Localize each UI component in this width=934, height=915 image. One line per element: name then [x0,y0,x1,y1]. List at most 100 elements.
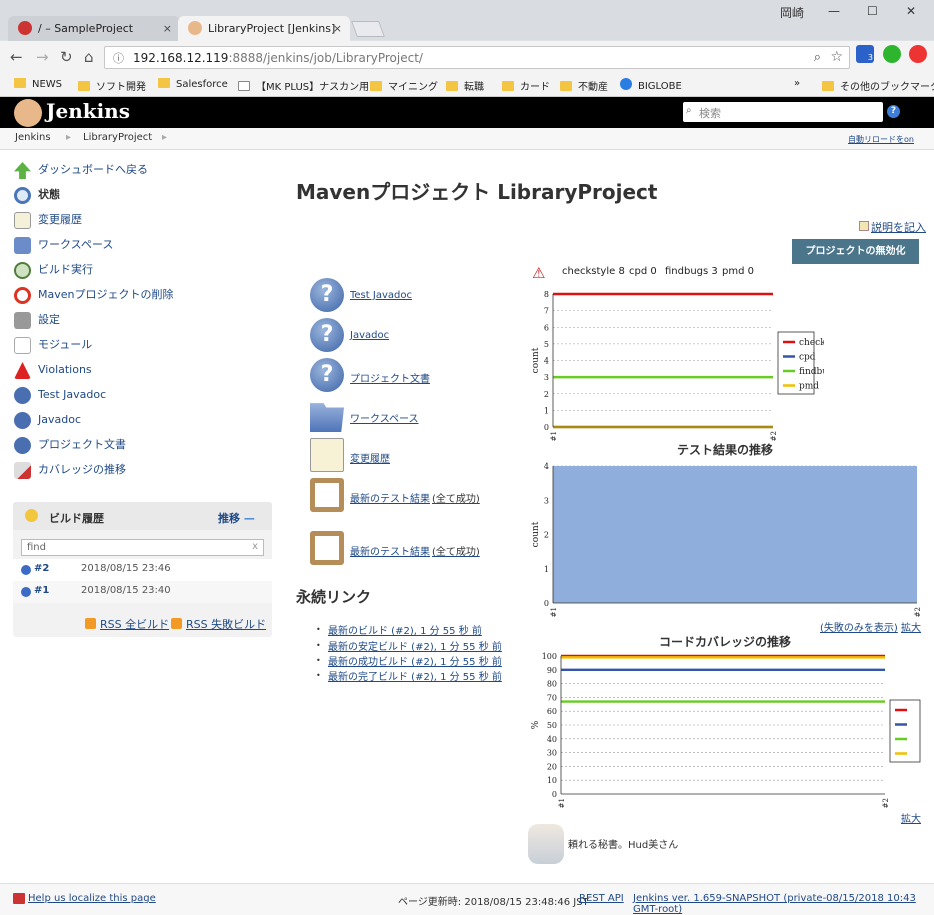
y-tick-label: 7 [544,307,549,316]
help-icon[interactable]: ? [887,105,900,118]
bookmarks-more[interactable]: » [794,78,800,89]
sidebar-item-javadoc[interactable]: Javadoc [14,410,274,435]
tab-sampleproject[interactable]: / – SampleProject × [8,16,180,41]
window-close-icon[interactable]: ✕ [906,4,916,18]
build-history-panel: ビルド履歴 推移 — find x #2 2018/08/15 23:46 #1… [13,502,272,637]
bookmark-card[interactable]: カード [502,78,550,93]
y-tick-label: 2 [544,390,549,399]
build-number-link[interactable]: #1 [34,585,49,596]
build-number-link[interactable]: #2 [34,563,49,574]
violation-pmd[interactable]: pmd 0 [722,266,754,277]
auto-refresh-link[interactable]: 自動リロードをon [848,134,914,145]
tab-close-icon[interactable]: × [333,16,342,41]
bullet: • [316,671,321,680]
sidebar-item-status[interactable]: 状態 [14,185,274,210]
violations-chart[interactable]: 0 1 2 3 4 5 6 7 8 #1 #2 count checkstyle cpd findbugs p… [528,284,824,442]
home-icon[interactable]: ⌂ [84,48,94,66]
bookmark-mining[interactable]: マイニング [370,78,438,93]
secretary-text: 頼れる秘書。Hud美さん [568,840,679,851]
reload-icon[interactable]: ↻ [60,48,73,66]
localize-link[interactable]: Help us localize this page [28,893,156,904]
bookmark-soft[interactable]: ソフト開発 [78,78,146,93]
failed-only-link[interactable]: (失敗のみを表示) [820,619,898,634]
sidebar-item-changes[interactable]: 変更履歴 [14,210,274,235]
search-input[interactable]: 検索 [699,105,721,121]
disable-project-button[interactable]: プロジェクトの無効化 [792,239,919,264]
translate-extension-icon[interactable]: 3 [856,45,874,63]
line-extension-icon[interactable] [883,45,901,63]
x-tick-label: #2 [914,607,922,617]
breadcrumb-jenkins[interactable]: Jenkins [15,132,51,143]
sidebar-item-coverage[interactable]: カバレッジの推移 [14,460,274,485]
sidebar-item-build[interactable]: ビルド実行 [14,260,274,285]
zoom-icon[interactable]: ⌕ [814,50,821,65]
search-icon: ⌕ [686,105,692,116]
bookmark-tenshoku[interactable]: 転職 [446,78,484,93]
trend-link[interactable]: 推移 — [218,510,255,526]
coverage-icon [14,462,31,479]
bookmark-biglobe[interactable]: BIGLOBE [620,78,682,92]
permalink-last-complete[interactable]: 最新の完了ビルド (#2), 1 分 55 秒 前 [328,668,502,683]
sidebar-item-test-javadoc[interactable]: Test Javadoc [14,385,274,410]
tab-libraryproject[interactable]: LibraryProject [Jenkins] × [178,16,350,41]
extension-red-icon[interactable] [909,45,927,63]
sidebar-item-project-docs[interactable]: プロジェクト文書 [14,435,274,460]
legend-entry: checkstyle [799,338,824,348]
bookmark-realestate[interactable]: 不動産 [560,78,608,93]
x-tick-label: #2 [770,431,778,441]
test-trend-title: テスト結果の推移 [676,443,773,457]
permalink-last-build[interactable]: 最新のビルド (#2), 1 分 55 秒 前 [328,622,482,637]
new-tab-button[interactable] [351,21,385,37]
y-tick-label: 3 [544,373,549,382]
bookmark-other[interactable]: その他のブックマーク [822,78,934,93]
build-row[interactable]: #2 2018/08/15 23:46 [13,559,272,581]
y-tick-label: 6 [544,323,549,332]
sidebar-item-dashboard[interactable]: ダッシュボードへ戻る [14,160,274,185]
test-enlarge-link[interactable]: 拡大 [901,619,921,634]
build-date: 2018/08/15 23:46 [81,563,171,574]
test-trend-chart[interactable]: 0 1 2 3 4 #1 #2 count [528,458,924,618]
y-tick-label: 4 [544,357,549,366]
sidebar-item-workspace[interactable]: ワークスペース [14,235,274,260]
rest-api-link[interactable]: REST API [579,893,624,904]
violation-cpd[interactable]: cpd 0 [629,266,657,277]
bullet: • [316,656,321,665]
sidebar-item-configure[interactable]: 設定 [14,310,274,335]
bookmark-mkplus[interactable]: 【MK PLUS】ナスカン用 [238,78,369,93]
bookmark-news[interactable]: NEWS [14,78,62,90]
permalink-last-stable[interactable]: 最新の安定ビルド (#2), 1 分 55 秒 前 [328,638,502,653]
folder-icon [370,81,382,91]
jenkins-logo-icon[interactable] [14,99,42,127]
jenkins-brand[interactable]: Jenkins [46,99,130,123]
edit-description-link[interactable]: 説明を記入 [859,219,926,235]
build-row[interactable]: #1 2018/08/15 23:40 [13,581,272,603]
search-box[interactable]: ⌕ 検索 [683,102,883,122]
folder-icon [14,78,26,88]
rss-failed-link[interactable]: RSS 失敗ビルド [171,616,266,632]
breadcrumb-libraryproject[interactable]: LibraryProject [83,132,152,143]
violation-findbugs[interactable]: findbugs 3 [665,266,718,277]
find-clear-icon[interactable]: x [252,541,258,552]
forward-icon[interactable]: → [36,48,49,66]
violation-checkstyle[interactable]: checkstyle 8 [562,266,625,277]
sidebar-item-violations[interactable]: Violations [14,360,274,385]
build-find-input[interactable]: find x [21,539,264,556]
maximize-icon[interactable]: ☐ [867,4,878,18]
y-axis-label: count [531,521,541,547]
sidebar-item-delete[interactable]: Mavenプロジェクトの削除 [14,285,274,310]
rss-all-link[interactable]: RSS 全ビルド [85,616,169,632]
coverage-trend-chart[interactable]: 0 10 20 30 40 50 60 70 80 90 100 #1 #2% [528,650,924,808]
jenkins-version-link[interactable]: Jenkins ver. 1.659-SNAPSHOT (private-08/… [633,893,934,915]
permalink-last-success[interactable]: 最新の成功ビルド (#2), 1 分 55 秒 前 [328,653,502,668]
back-icon[interactable]: ← [10,48,23,66]
minimize-icon[interactable]: — [828,4,840,18]
bookmark-star-icon[interactable]: ☆ [830,49,843,65]
permalinks-title: 永続リンク [296,588,372,606]
localize-icon [13,893,25,904]
sidebar-item-modules[interactable]: モジュール [14,335,274,360]
coverage-enlarge-link[interactable]: 拡大 [901,810,921,825]
info-icon[interactable]: ⓘ [113,50,124,66]
bookmark-salesforce[interactable]: Salesforce [158,78,228,90]
url-field[interactable]: ⓘ 192.168.12.119:8888/jenkins/job/Librar… [104,46,850,69]
tab-close-icon[interactable]: × [163,16,172,41]
